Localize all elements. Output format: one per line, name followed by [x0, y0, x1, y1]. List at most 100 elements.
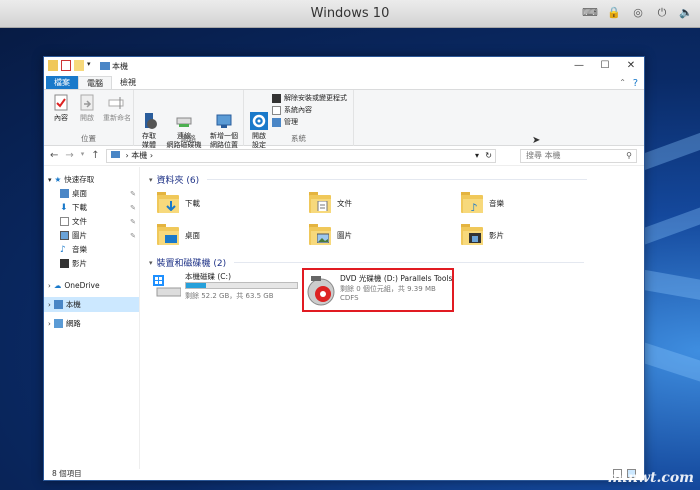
chevron-right-icon[interactable]: ›	[48, 320, 51, 328]
address-bar-row: ← → ▾ ↑ › 本機 › ▾ ↻ 搜尋 本機 ⚲	[44, 146, 644, 166]
keyboard-icon[interactable]: ⌨	[582, 6, 598, 20]
folder-icon	[48, 60, 58, 71]
computer-icon	[53, 300, 63, 309]
drive-c-detail: 剩餘 52.2 GB，共 63.5 GB	[185, 292, 274, 300]
item-count: 8 個項目	[52, 469, 82, 478]
folder-film-icon	[461, 224, 483, 246]
sidebar-item-pictures[interactable]: 圖片 ✎	[60, 229, 140, 242]
folder-desktop-icon	[157, 224, 179, 246]
address-field[interactable]: › 本機 › ▾ ↻	[106, 149, 496, 163]
media-icon	[140, 103, 158, 129]
minimize-button[interactable]: —	[566, 57, 592, 75]
dvd-drive-icon	[307, 276, 335, 306]
folders-section-header[interactable]: ▾ 資料夾 (6)	[149, 173, 588, 186]
folder-downloads[interactable]: 下載	[157, 192, 200, 214]
ribbon-collapse-icon[interactable]: ?	[633, 78, 638, 89]
network-location-icon	[215, 103, 233, 128]
drive-d-highlighted[interactable]: DVD 光碟機 (D:) Parallels Tools 剩餘 0 個位元組，共…	[302, 268, 454, 312]
back-arrow-icon[interactable]: ←	[50, 150, 58, 161]
watermark: minwt.com	[607, 470, 694, 486]
svg-text:♪: ♪	[470, 201, 478, 211]
disc-icon[interactable]: ◎	[630, 6, 646, 20]
status-bar: 8 個項目	[44, 467, 644, 480]
window-title: 本機	[112, 62, 128, 71]
folder-picture-icon	[309, 224, 331, 246]
open-icon	[78, 94, 96, 112]
maximize-button[interactable]: ☐	[592, 57, 618, 75]
power-icon[interactable]: ⏻	[654, 6, 670, 20]
search-icon[interactable]: ⚲	[626, 150, 632, 162]
chevron-down-icon[interactable]: ▾	[149, 176, 153, 184]
system-properties-button[interactable]: 系統內容	[272, 105, 312, 115]
sidebar-item-onedrive[interactable]: › ☁ OneDrive	[48, 279, 100, 292]
open-button[interactable]: 開啟	[74, 94, 100, 123]
window-titlebar: ▾ 本機 — ☐ ✕	[44, 57, 644, 75]
breadcrumb-this-pc[interactable]: 本機	[131, 151, 147, 160]
sidebar-item-this-pc[interactable]: › 本機	[44, 297, 139, 312]
rename-button[interactable]: 重新命名	[102, 94, 132, 123]
sidebar-item-network[interactable]: › 網路	[48, 317, 81, 330]
section-divider	[234, 262, 585, 263]
ribbon-group-label: 位置	[81, 134, 96, 143]
search-box[interactable]: 搜尋 本機 ⚲	[520, 149, 637, 163]
section-divider	[207, 179, 588, 180]
properties-icon[interactable]	[61, 60, 71, 71]
picture-icon	[60, 231, 69, 240]
close-button[interactable]: ✕	[618, 57, 644, 75]
speaker-icon[interactable]: 🔈	[678, 6, 694, 20]
checklist-icon	[272, 105, 281, 115]
folder-documents[interactable]: 文件	[309, 192, 352, 214]
pin-icon[interactable]: ✎	[130, 232, 136, 240]
forward-arrow-icon[interactable]: →	[65, 150, 73, 161]
folder-music[interactable]: ♪ 音樂	[461, 192, 504, 214]
ribbon-group-location: 內容 開啟 重新命名 位置	[44, 90, 134, 146]
ribbon-minimize-icon[interactable]: ⌃	[619, 78, 626, 87]
chevron-right-icon[interactable]: ›	[48, 301, 51, 309]
recent-locations-icon[interactable]: ▾	[81, 150, 85, 161]
drive-c-name: 本機磁碟 (C:)	[185, 272, 231, 281]
properties-button[interactable]: 內容	[48, 94, 74, 123]
computer-icon	[100, 61, 110, 70]
manage-button[interactable]: 管理	[272, 117, 298, 127]
folder-pictures[interactable]: 圖片	[309, 224, 352, 246]
window-controls: — ☐ ✕	[566, 57, 644, 75]
sidebar-item-music[interactable]: ♪ 音樂	[60, 243, 87, 256]
chevron-down-icon[interactable]: ▾	[149, 259, 153, 267]
chevron-down-icon[interactable]: ▾	[475, 150, 479, 162]
chevron-down-icon[interactable]: ▾	[48, 176, 52, 184]
sidebar-item-videos[interactable]: 影片	[60, 257, 87, 270]
computer-icon	[111, 151, 120, 158]
pin-icon[interactable]: ✎	[130, 190, 136, 198]
lock-icon[interactable]: 🔒	[606, 6, 622, 20]
cloud-icon: ☁	[53, 281, 62, 290]
sidebar-item-quick-access[interactable]: ▾ ★ 快速存取	[48, 173, 94, 186]
star-icon: ★	[54, 175, 62, 184]
pin-icon[interactable]: ✎	[130, 204, 136, 212]
refresh-icon[interactable]: ↻	[485, 150, 492, 162]
search-placeholder: 搜尋 本機	[526, 151, 561, 160]
chevron-right-icon[interactable]: ›	[48, 282, 51, 290]
sidebar-item-desktop[interactable]: 桌面 ✎	[60, 187, 140, 200]
properties-icon	[52, 94, 70, 112]
uninstall-program-button[interactable]: 解除安裝或變更程式	[272, 93, 347, 103]
chevron-down-icon[interactable]: ▾	[87, 60, 97, 71]
sidebar-item-documents[interactable]: 文件 ✎	[60, 215, 140, 228]
tab-view[interactable]: 檢視	[112, 76, 144, 89]
document-icon	[60, 217, 69, 226]
ribbon-group-system: 開啟 設定 解除安裝或變更程式 系統內容 管理 系統	[244, 90, 354, 149]
folder-videos[interactable]: 影片	[461, 224, 504, 246]
hard-drive-icon	[153, 275, 181, 297]
drive-d-name: DVD 光碟機 (D:) Parallels Tools	[340, 274, 453, 283]
new-folder-icon[interactable]	[74, 60, 84, 71]
drive-c[interactable]: 本機磁碟 (C:) 剩餘 52.2 GB，共 63.5 GB	[153, 271, 303, 305]
rename-icon	[108, 94, 126, 112]
quick-access-toolbar: ▾	[48, 60, 110, 71]
pin-icon[interactable]: ✎	[130, 218, 136, 226]
up-arrow-icon[interactable]: ↑	[91, 150, 99, 161]
tab-computer[interactable]: 電腦	[78, 76, 112, 89]
folder-desktop[interactable]: 桌面	[157, 224, 200, 246]
sidebar-item-downloads[interactable]: ⬇ 下載 ✎	[60, 201, 140, 214]
drive-c-usage-fill	[186, 283, 206, 288]
tab-file[interactable]: 檔案	[46, 76, 78, 89]
file-list: ▾ 資料夾 (6) 下載 文件 ♪ 音樂 桌面 圖片 影片 ▾ 裝置和磁碟機 (…	[141, 135, 644, 469]
